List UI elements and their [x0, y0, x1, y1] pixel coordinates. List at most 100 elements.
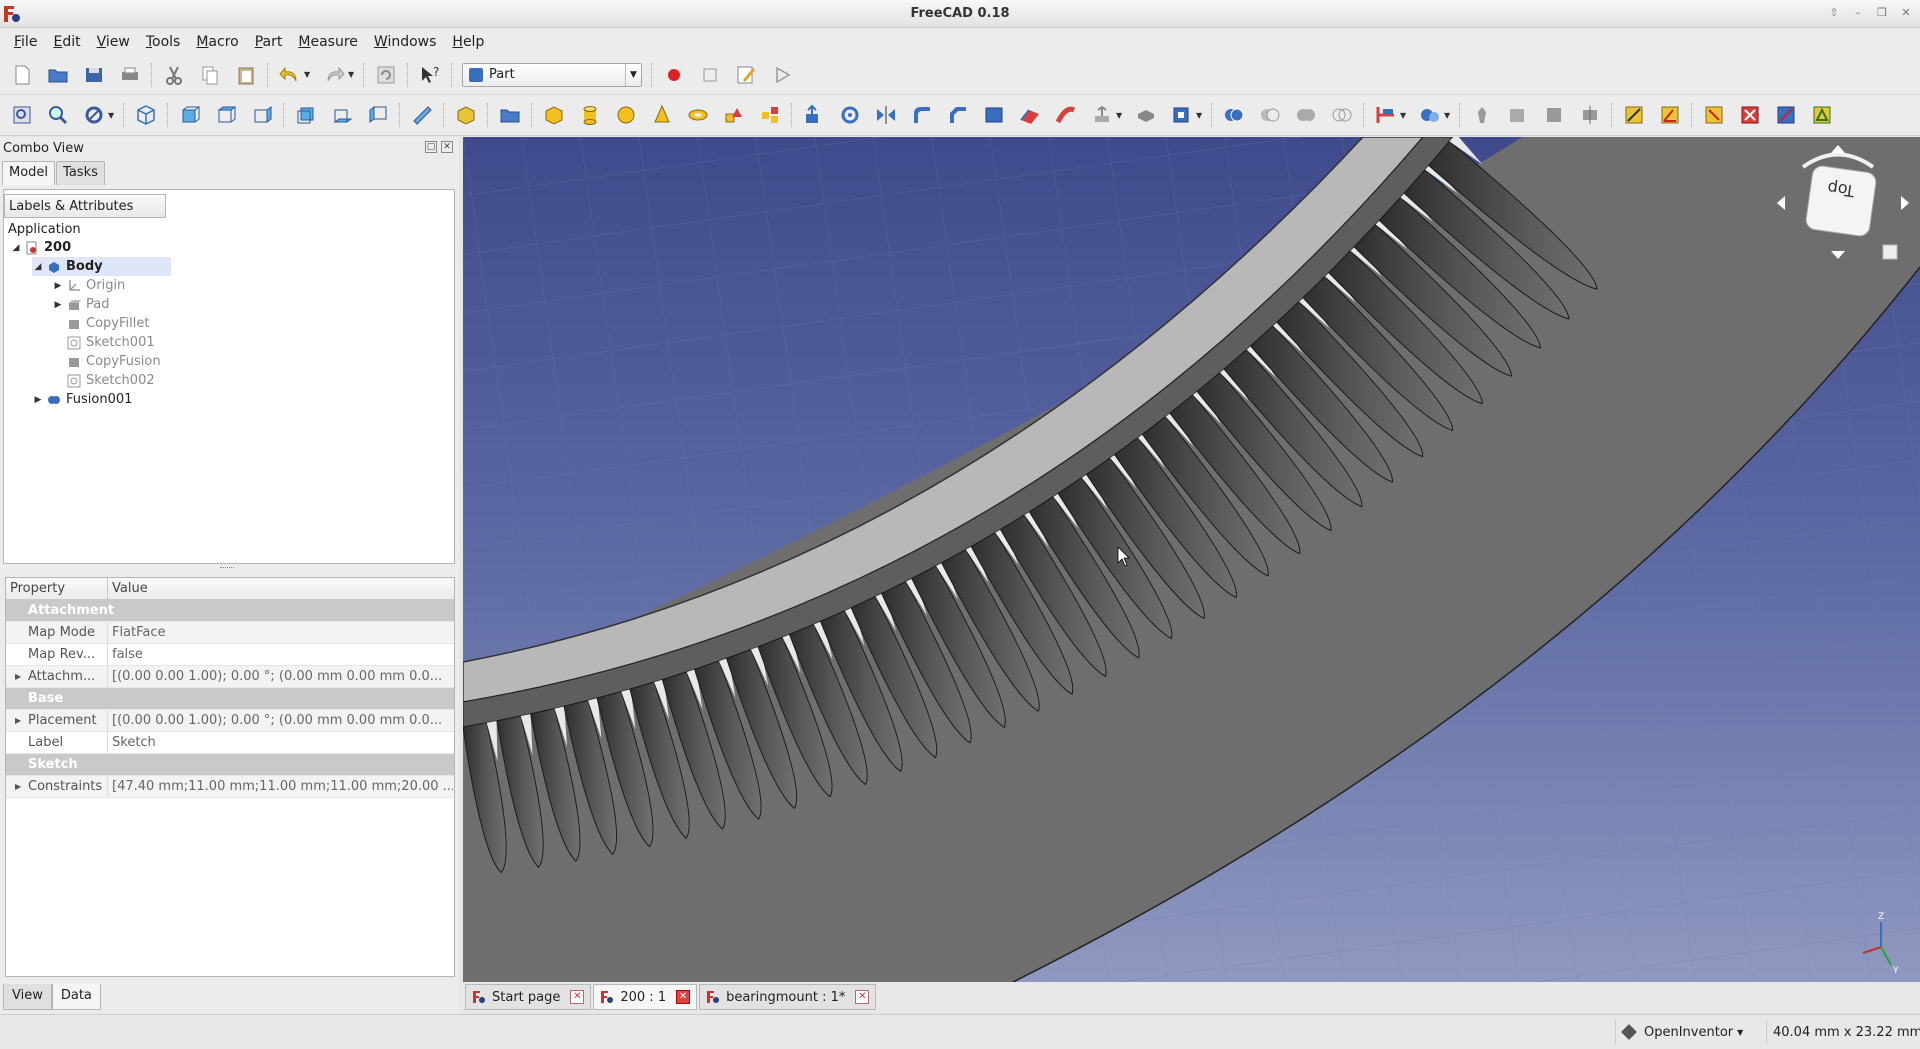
property-value[interactable]: [(0.00 0.00 1.00); 0.00 °; (0.00 mm 0.00… [108, 669, 453, 684]
chamfer-button[interactable] [943, 101, 973, 129]
close-tab-icon[interactable]: ✕ [676, 990, 691, 1004]
menu-macro[interactable]: Macro [188, 34, 246, 50]
open-button[interactable] [44, 61, 72, 89]
check-geometry-button[interactable] [1503, 101, 1533, 129]
boolean-button[interactable] [1219, 101, 1249, 129]
menu-part[interactable]: Part [247, 34, 291, 50]
refresh-button[interactable] [372, 61, 400, 89]
close-tab-icon[interactable]: ✕ [855, 990, 870, 1004]
expand-arrow-icon[interactable]: ▶ [15, 776, 21, 798]
property-value[interactable]: false [108, 647, 453, 662]
cut-shape-button[interactable] [1255, 101, 1285, 129]
view-isometric-button[interactable] [131, 101, 161, 129]
expand-arrow-icon[interactable]: ▶ [15, 666, 21, 688]
whats-this-button[interactable]: ? [416, 61, 444, 89]
tab-model[interactable]: Model [2, 161, 56, 185]
redo-dropdown[interactable]: ▼ [348, 70, 358, 79]
fit-all-button[interactable] [7, 101, 37, 129]
close-window-button[interactable]: ✕ [1898, 6, 1914, 20]
property-value[interactable]: [47.40 mm;11.00 mm;11.00 mm;11.00 mm;20.… [108, 779, 453, 794]
join-dropdown[interactable]: ▼ [1400, 111, 1410, 120]
property-row-constraints[interactable]: ▶ Constraints [47.40 mm;11.00 mm;11.00 mm… [6, 775, 454, 798]
tab-view[interactable]: View [3, 984, 52, 1010]
tree-column-header[interactable]: Labels & Attributes [4, 194, 166, 218]
extrude-button[interactable] [799, 101, 829, 129]
workbench-selector[interactable]: Part ▼ [462, 62, 642, 87]
draw-style-button[interactable] [79, 101, 109, 129]
split-dropdown[interactable]: ▼ [1444, 111, 1454, 120]
box-button[interactable] [539, 101, 569, 129]
menu-file[interactable]: File [6, 34, 45, 50]
undo-button[interactable] [276, 61, 304, 89]
torus-button[interactable] [683, 101, 713, 129]
cone-button[interactable] [647, 101, 677, 129]
shade-window-button[interactable]: ⇧ [1826, 6, 1842, 20]
float-panel-button[interactable]: ▢ [425, 141, 437, 153]
property-value[interactable]: [(0.00 0.00 1.00); 0.00 °; (0.00 mm 0.00… [108, 713, 453, 728]
measure-refresh-button[interactable] [1699, 101, 1729, 129]
tree-item-body[interactable]: ◢ Body [32, 257, 171, 276]
tree-item-sketch002[interactable]: Sketch002 [64, 371, 155, 390]
shape-builder-button[interactable] [755, 101, 785, 129]
tree-item-fusion001[interactable]: ▶ Fusion001 [32, 390, 133, 409]
value-column-header[interactable]: Value [108, 578, 454, 599]
paste-button[interactable] [232, 61, 260, 89]
fillet-button[interactable] [907, 101, 937, 129]
tab-data[interactable]: Data [51, 984, 101, 1010]
view-top-button[interactable] [211, 101, 241, 129]
close-panel-button[interactable]: ✕ [441, 141, 453, 153]
property-row-map-reversed[interactable]: Map Rev... false [6, 643, 454, 666]
expand-arrow-icon[interactable]: ▶ [52, 300, 64, 310]
join-features-button[interactable] [1371, 101, 1401, 129]
view-bottom-button[interactable] [327, 101, 357, 129]
execute-macro-button[interactable] [768, 61, 796, 89]
sphere-button[interactable] [611, 101, 641, 129]
menu-view[interactable]: View [89, 34, 138, 50]
view-menu-cube-icon[interactable] [1882, 244, 1898, 260]
compound-button[interactable] [1467, 101, 1497, 129]
menu-windows[interactable]: Windows [366, 34, 445, 50]
tree-item-pad[interactable]: ▶ Pad [52, 295, 110, 314]
view-rear-button[interactable] [291, 101, 321, 129]
property-row-placement[interactable]: ▶ Placement [(0.00 0.00 1.00); 0.00 °; (0… [6, 709, 454, 732]
arrow-right-icon[interactable] [1901, 196, 1909, 210]
draw-style-dropdown[interactable]: ▼ [108, 111, 118, 120]
navigation-style-selector[interactable]: OpenInventor ▼ [1615, 1020, 1749, 1044]
expand-arrow-icon[interactable]: ▶ [32, 395, 44, 405]
property-value[interactable]: FlatFace [108, 625, 453, 640]
rotate-arc-icon[interactable] [1801, 152, 1875, 169]
make-face-button[interactable] [979, 101, 1009, 129]
doc-tab-start-page[interactable]: Start page ✕ [465, 984, 592, 1010]
print-button[interactable] [116, 61, 144, 89]
close-tab-icon[interactable]: ✕ [570, 990, 585, 1004]
copy-button[interactable] [196, 61, 224, 89]
toggle-delta-measure-button[interactable] [1807, 101, 1837, 129]
tree-item-copyfillet[interactable]: CopyFillet [64, 314, 149, 333]
arrow-left-icon[interactable] [1777, 196, 1785, 210]
view-front-button[interactable] [175, 101, 205, 129]
property-row-attachment-offset[interactable]: ▶ Attachm... [(0.00 0.00 1.00); 0.00 °; (… [6, 665, 454, 688]
tree-item-copyfusion[interactable]: CopyFusion [64, 352, 161, 371]
tree-item-origin[interactable]: ▶ Origin [52, 276, 126, 295]
doc-tab-bearingmount[interactable]: bearingmount : 1* ✕ [699, 984, 877, 1010]
projection-button[interactable] [1167, 101, 1197, 129]
property-row-map-mode[interactable]: Map Mode FlatFace [6, 621, 454, 644]
section-button[interactable] [1575, 101, 1605, 129]
property-value[interactable]: Sketch [108, 735, 453, 750]
collapse-arrow-icon[interactable]: ◢ [10, 243, 22, 253]
doc-tab-200[interactable]: 200 : 1 ✕ [593, 984, 698, 1010]
record-macro-button[interactable] [660, 61, 688, 89]
minimize-window-button[interactable]: – [1850, 6, 1866, 20]
property-row-label[interactable]: Label Sketch [6, 731, 454, 754]
arrow-up-icon[interactable] [1831, 145, 1845, 153]
offset-dropdown[interactable]: ▼ [1116, 111, 1126, 120]
property-column-header[interactable]: Property [6, 578, 108, 599]
menu-measure[interactable]: Measure [290, 34, 366, 50]
stop-macro-button[interactable] [696, 61, 724, 89]
collapse-arrow-icon[interactable]: ◢ [32, 262, 44, 272]
common-button[interactable] [1327, 101, 1357, 129]
3d-viewport[interactable]: Top Z Y [463, 137, 1920, 982]
primitives-button[interactable] [719, 101, 749, 129]
expand-arrow-icon[interactable]: ▶ [15, 710, 21, 732]
measure-angular-button[interactable] [1655, 101, 1685, 129]
